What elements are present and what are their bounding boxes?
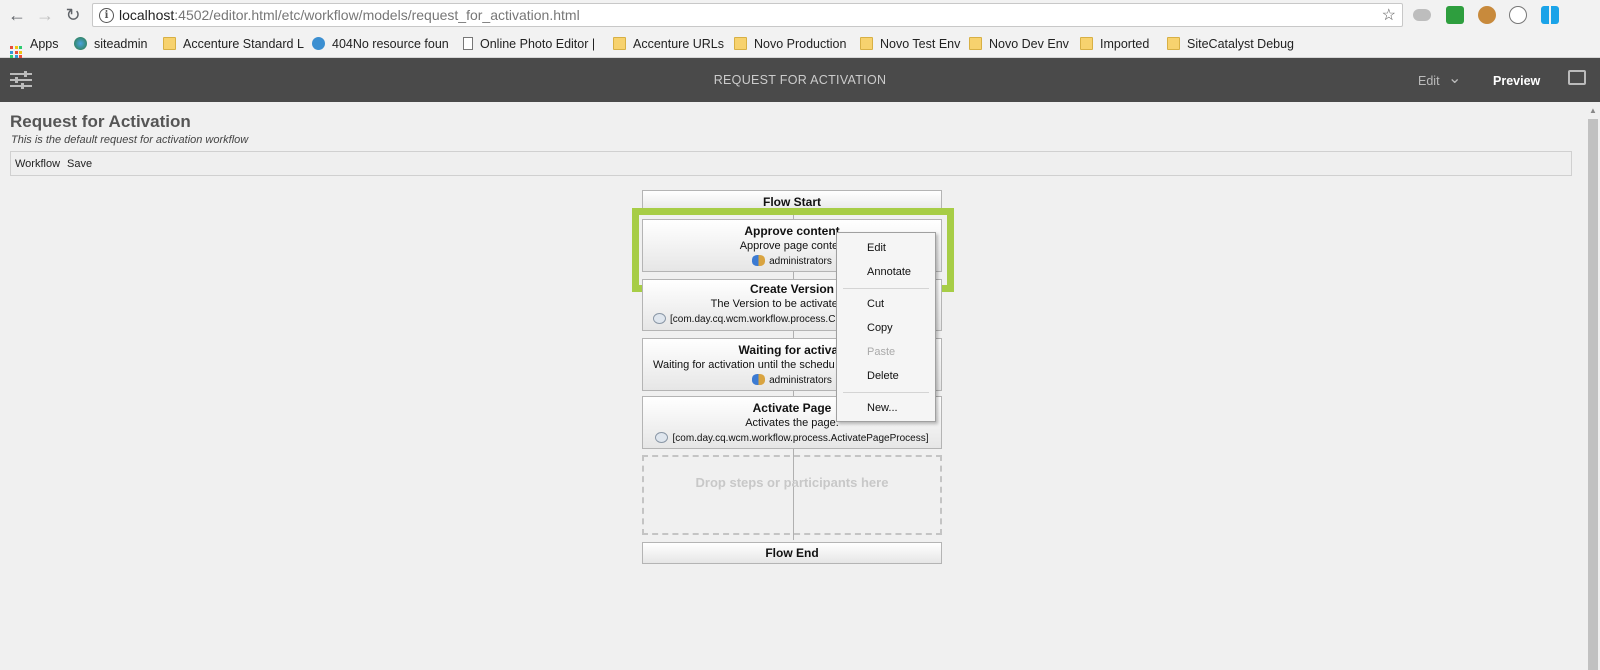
editor-toolbar: REQUEST FOR ACTIVATION Edit ⌄ Preview <box>0 58 1600 102</box>
extension-icon[interactable] <box>1413 9 1431 21</box>
bookmark-accenture-urls[interactable]: Accenture URLs <box>613 35 724 53</box>
bookmark-apps[interactable]: Apps <box>10 35 59 58</box>
drop-zone[interactable]: Drop steps or participants here <box>642 455 942 535</box>
bookmark-label: 404No resource foun <box>332 37 449 51</box>
menu-item-paste: Paste <box>867 346 896 358</box>
side-panel-icon[interactable] <box>1568 70 1586 85</box>
bookmark-siteadmin[interactable]: siteadmin <box>74 35 148 53</box>
flow-end-node[interactable]: Flow End <box>642 542 942 564</box>
menu-separator <box>843 392 929 393</box>
address-bar[interactable]: i localhost:4502/editor.html/etc/workflo… <box>92 3 1403 27</box>
folder-icon <box>969 37 982 50</box>
mode-selector[interactable]: Edit <box>1418 74 1440 88</box>
menu-item-new[interactable]: New... <box>867 402 898 414</box>
scroll-up-icon[interactable]: ▲ <box>1589 106 1597 115</box>
folder-icon <box>1167 37 1180 50</box>
bookmark-novo-dev-env[interactable]: Novo Dev Env <box>969 35 1069 53</box>
step-title: Flow Start <box>762 195 821 209</box>
step-process: [com.day.cq.wcm.workflow.process.C <box>670 314 836 325</box>
page-icon <box>463 37 473 50</box>
bookmark-label: Imported <box>1100 37 1150 51</box>
step-process: [com.day.cq.wcm.workflow.process.Activat… <box>672 433 929 444</box>
folder-icon <box>163 37 176 50</box>
save-button[interactable]: Save <box>67 158 92 170</box>
url-host: localhost <box>119 7 175 23</box>
bookmark-novo-test-env[interactable]: Novo Test Env <box>860 35 960 53</box>
workflow-menu[interactable]: Workflow <box>15 158 60 170</box>
bookmark-label: Novo Dev Env <box>989 37 1069 51</box>
globe-icon <box>74 37 87 50</box>
folder-icon <box>734 37 747 50</box>
apps-grid-icon <box>10 46 22 58</box>
bookmark-404[interactable]: 404No resource foun <box>312 35 449 53</box>
menu-item-delete[interactable]: Delete <box>867 370 899 382</box>
menu-item-edit[interactable]: Edit <box>867 242 886 254</box>
page-scrollbar[interactable]: ▲ <box>1586 104 1600 670</box>
folder-icon <box>1080 37 1093 50</box>
v-extension-icon[interactable] <box>1509 6 1527 24</box>
bookmarks-bar: Apps siteadmin Accenture Standard L 404N… <box>0 30 1600 58</box>
url-text[interactable]: localhost:4502/editor.html/etc/workflow/… <box>119 7 580 23</box>
folder-icon <box>613 37 626 50</box>
bookmark-label: Accenture URLs <box>633 37 725 51</box>
page-title: Request for Activation <box>10 112 191 131</box>
bookmark-accenture-standard[interactable]: Accenture Standard L <box>163 35 304 53</box>
workflow-menu-bar: Workflow Save <box>10 151 1572 176</box>
chevron-down-icon[interactable]: ⌄ <box>1448 68 1461 88</box>
bookmark-online-photo-editor[interactable]: Online Photo Editor | <box>463 35 595 53</box>
preview-button[interactable]: Preview <box>1493 74 1540 88</box>
browser-toolbar: ← → ↻ i localhost:4502/editor.html/etc/w… <box>0 0 1600 30</box>
cookie-extension-icon[interactable] <box>1478 6 1496 24</box>
scrollbar-thumb[interactable] <box>1588 119 1598 670</box>
menu-item-cut[interactable]: Cut <box>867 298 884 310</box>
participant-group-icon <box>752 374 766 385</box>
reload-icon[interactable]: ↻ <box>62 4 84 26</box>
bookmark-imported[interactable]: Imported <box>1080 35 1149 53</box>
forward-arrow-icon[interactable]: → <box>34 4 56 26</box>
back-arrow-icon[interactable]: ← <box>6 4 28 26</box>
bookmark-label: Online Photo Editor | <box>480 37 596 51</box>
lock-extension-icon[interactable] <box>1446 6 1464 24</box>
context-menu: Edit Annotate Cut Copy Paste Delete New.… <box>836 232 936 422</box>
page-description: This is the default request for activati… <box>11 134 249 146</box>
url-path: :4502/editor.html/etc/workflow/models/re… <box>174 7 580 23</box>
menu-item-annotate[interactable]: Annotate <box>867 266 911 278</box>
menu-item-copy[interactable]: Copy <box>867 322 893 334</box>
bookmark-label: SiteCatalyst Debug <box>1187 37 1295 51</box>
bookmark-label: siteadmin <box>94 37 148 51</box>
info-icon[interactable]: i <box>99 8 114 23</box>
folder-icon <box>860 37 873 50</box>
bookmark-label: Accenture Standard L <box>183 37 304 51</box>
step-participant: administrators <box>769 375 832 386</box>
editor-title: REQUEST FOR ACTIVATION <box>713 73 887 87</box>
windows-extension-icon[interactable] <box>1541 6 1559 24</box>
gear-cog-icon <box>312 37 325 50</box>
step-title: Flow End <box>765 546 819 560</box>
bookmark-novo-production[interactable]: Novo Production <box>734 35 846 53</box>
bookmark-sitecatalyst-debug[interactable]: SiteCatalyst Debug <box>1167 35 1294 53</box>
process-gear-icon <box>653 313 666 324</box>
bookmark-label: Apps <box>30 37 59 51</box>
bookmark-label: Novo Production <box>754 37 847 51</box>
bookmark-star-icon[interactable]: ☆ <box>1382 5 1396 25</box>
menu-separator <box>843 288 929 289</box>
process-gear-icon <box>655 432 669 443</box>
bookmark-label: Novo Test Env <box>880 37 961 51</box>
